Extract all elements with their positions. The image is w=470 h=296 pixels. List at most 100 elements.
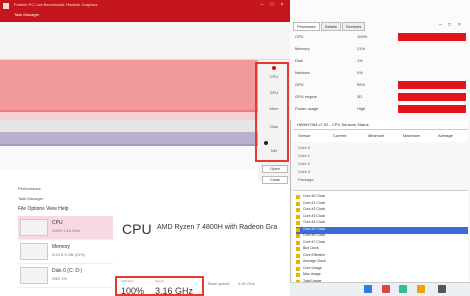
sensor-name: Core 0 (298, 145, 311, 150)
close-button[interactable]: Close (262, 176, 288, 184)
stat-name: Memory (295, 46, 310, 51)
sensor-icon (296, 247, 300, 251)
speed-label: Speed (155, 279, 164, 283)
sensor-list-name: Core #7 Clock (303, 239, 326, 244)
sensor-icon (296, 266, 300, 271)
stat-value: 1% (357, 58, 363, 63)
perf-item-detail: SSD 1% (52, 276, 68, 281)
stat-value: High (357, 106, 366, 111)
perf-item-name: Disk 0 (C: D:) (52, 268, 82, 274)
usage-bar (398, 105, 466, 113)
sensor-stat-row[interactable]: Disk 1% (295, 56, 465, 66)
graph-band-gray (0, 120, 258, 132)
sensor-list-name: Core #2 Clock (303, 207, 326, 211)
sensor-icon (296, 234, 300, 238)
column-header[interactable]: Maximum (403, 133, 420, 138)
perf-item-detail: 100% 3.16 GHz (52, 228, 81, 233)
stat-name: CPU (295, 34, 304, 39)
column-header[interactable]: Sensor (298, 133, 311, 138)
perf-item-cpu[interactable]: CPU 100% 3.16 GHz (18, 216, 113, 240)
sensor-name: Core 3 (298, 169, 311, 174)
sensor-icon (296, 240, 300, 245)
stat-name: GPU engine (295, 94, 317, 99)
sensor-stat-row[interactable]: Network 0% (295, 68, 465, 78)
sensor-icon (296, 214, 300, 219)
app-icon[interactable] (417, 285, 425, 293)
side-item-gpu[interactable]: GPU (260, 90, 288, 100)
sensor-row[interactable]: Core 0 (296, 144, 466, 152)
sensor-list-name: Core #4 Clock (303, 220, 326, 224)
sensor-list-name: Max Usage (303, 272, 321, 276)
sensor-icon (296, 221, 300, 225)
minimize-icon[interactable]: – (258, 2, 266, 8)
sensor-icon (296, 260, 300, 264)
perf-side-list: CPU 100% 3.16 GHz Memory 3.2/15.3 GB (21… (18, 216, 113, 296)
stat-name: Power usage (295, 106, 319, 111)
minimize-icon[interactable]: – (437, 22, 444, 28)
sensor-icon (296, 227, 300, 232)
memory-thumb-graph (20, 243, 48, 260)
column-header[interactable]: Current (333, 133, 346, 138)
graph-band-pink (0, 112, 258, 120)
sensor-name: Package (298, 177, 314, 182)
open-button[interactable]: Open (262, 165, 288, 173)
graph-band-purple (0, 132, 258, 144)
sensor-column-headers: Sensor Current Minimum Maximum Average (293, 130, 468, 142)
cpu-graph-area (0, 60, 258, 110)
sensor-list-name: Core Usage (303, 265, 322, 270)
tab-services[interactable]: Services (341, 22, 366, 31)
sensor-list-name: Core #3 Clock (303, 213, 326, 218)
sensor-row[interactable]: Core 2 (296, 160, 466, 168)
utilization-label: Utilization (121, 279, 135, 283)
sensor-name: Core 2 (298, 161, 311, 166)
perf-item-disk[interactable]: Disk 0 (C: D:) SSD 1% (18, 264, 113, 288)
side-item-mem[interactable]: Mem (260, 106, 288, 116)
toolbar (0, 22, 290, 60)
close-icon[interactable]: × (278, 2, 286, 8)
perf-header: Performance (18, 186, 41, 191)
app-icon[interactable] (399, 285, 407, 293)
app-icon[interactable] (364, 285, 372, 293)
perf-item-name: CPU (52, 220, 63, 226)
sensor-section-title: HWiNFO64 v7.02 - CPU Sensors Status (293, 120, 468, 130)
utilization-value: 100% (121, 286, 145, 296)
sensor-list-name: Average Clock (303, 259, 326, 263)
sensor-row[interactable]: Core 3 (296, 168, 466, 176)
usage-bar (398, 93, 466, 101)
column-header[interactable]: Average (438, 133, 453, 138)
maximize-icon[interactable]: □ (268, 2, 276, 8)
graph-empty-area (0, 146, 258, 170)
tab-details[interactable]: Details (320, 22, 341, 31)
close-icon[interactable]: × (456, 22, 463, 28)
stat-name: Disk (295, 58, 303, 63)
usage-bar (398, 81, 466, 89)
cpu-thumb-graph (20, 219, 48, 236)
app-icon[interactable] (382, 285, 390, 293)
settings-icon[interactable] (438, 285, 446, 293)
sensor-name: Core 1 (298, 153, 311, 158)
side-item-cpu[interactable]: CPU (260, 74, 288, 84)
cpu-model-name: AMD Ryzen 7 4800H with Radeon Gra (157, 224, 278, 231)
sensor-icon (296, 208, 300, 212)
dot-icon (272, 66, 276, 70)
sensor-icon (296, 253, 300, 258)
column-header[interactable]: Minimum (368, 133, 384, 138)
stat-name: GPU (295, 82, 304, 87)
perf-subheader: Task Manager (18, 196, 44, 201)
stat-value: 100% (357, 34, 368, 39)
sensor-row[interactable]: Package (296, 176, 466, 184)
side-item-disk[interactable]: Disk (260, 124, 288, 134)
window-title: Fortnite PC Live Benchmark: Radeon Graph… (14, 2, 98, 7)
disk-thumb-graph (20, 267, 48, 284)
sensor-row[interactable]: Core 1 (296, 152, 466, 160)
base-speed-label: Base speed: (208, 281, 231, 286)
stat-value: 3D (357, 94, 363, 99)
maximize-icon[interactable]: □ (446, 22, 453, 28)
tab-processes[interactable]: Processes (293, 22, 320, 31)
sensor-icon (296, 201, 300, 206)
sensor-stat-row[interactable]: Memory 21% (295, 44, 465, 54)
menu-bar[interactable]: File Options View Help (18, 206, 69, 212)
speed-value: 3.16 GHz (155, 286, 194, 296)
cpu-title: CPU (122, 221, 152, 237)
perf-item-memory[interactable]: Memory 3.2/15.3 GB (21%) (18, 240, 113, 264)
